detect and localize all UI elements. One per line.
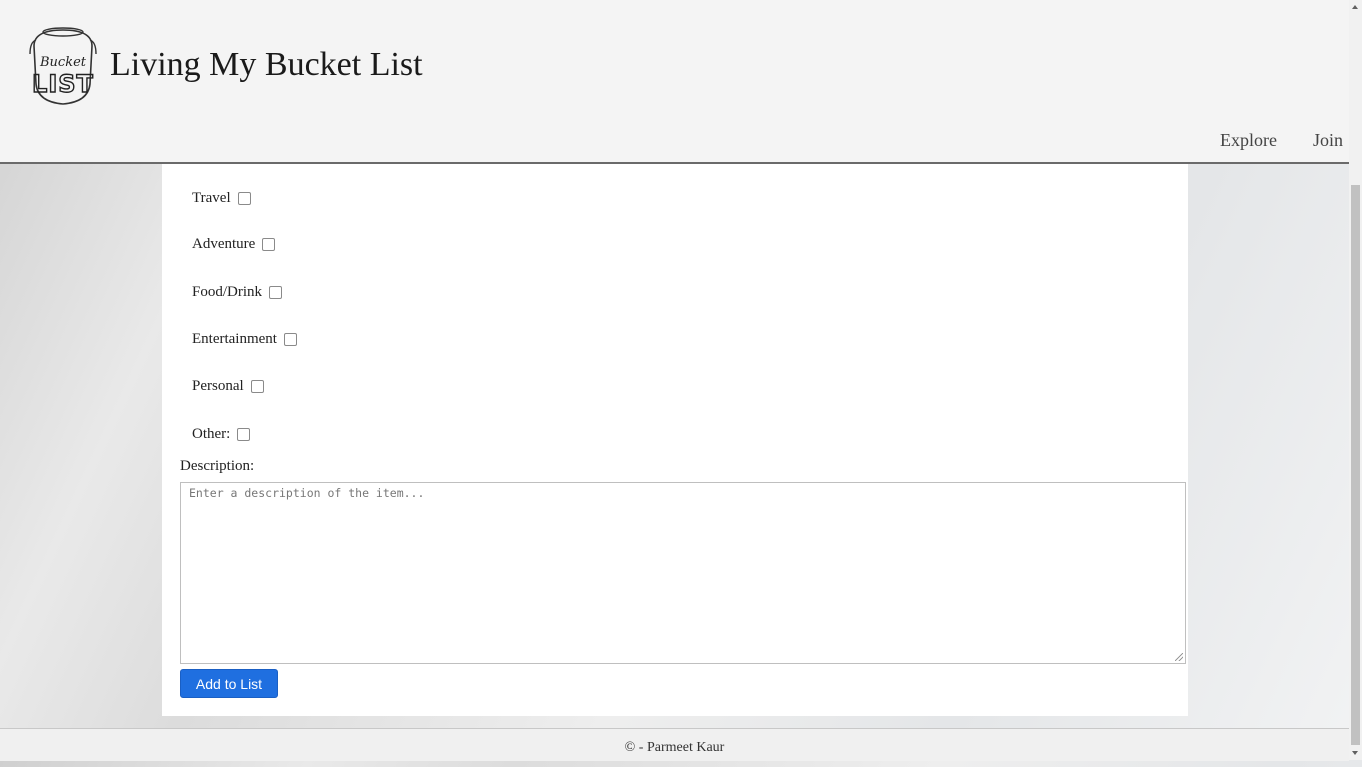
category-label: Adventure [192, 236, 256, 252]
category-travel-checkbox[interactable] [237, 192, 251, 205]
site-header: Bucket LIST Living My Bucket List Explor… [0, 0, 1349, 164]
scroll-down-arrow-icon[interactable] [1352, 751, 1358, 755]
svg-text:Bucket: Bucket [39, 55, 87, 70]
category-label: Personal [192, 378, 244, 394]
category-food-drink-checkbox[interactable] [269, 286, 283, 299]
category-travel: Travel [192, 190, 251, 207]
scroll-up-arrow-icon[interactable] [1352, 5, 1358, 9]
site-footer: © - Parmeet Kaur [0, 728, 1349, 761]
category-personal: Personal [192, 378, 264, 395]
category-label: Entertainment [192, 331, 277, 347]
category-personal-checkbox[interactable] [250, 380, 264, 393]
description-placeholder: Enter a description of the item... [189, 486, 425, 500]
category-label: Food/Drink [192, 284, 263, 300]
nav-link-explore[interactable]: Explore [1220, 130, 1277, 151]
scrollbar-thumb[interactable] [1351, 185, 1360, 745]
category-other-checkbox[interactable] [237, 428, 251, 441]
add-to-list-button[interactable]: Add to List [180, 669, 278, 698]
category-adventure-checkbox[interactable] [262, 238, 276, 251]
category-entertainment: Entertainment [192, 331, 297, 348]
site-title: Living My Bucket List [110, 46, 423, 83]
nav-link-join[interactable]: Join [1313, 130, 1343, 151]
category-label: Other: [192, 426, 231, 442]
resize-handle-icon[interactable] [1175, 653, 1183, 661]
description-label: Description: [180, 458, 255, 474]
svg-text:LIST: LIST [32, 70, 94, 98]
category-label: Travel [192, 190, 231, 206]
add-item-form: Travel Adventure Food/Drink Entertainmen… [162, 164, 1188, 716]
category-adventure: Adventure [192, 236, 276, 253]
category-entertainment-checkbox[interactable] [283, 333, 297, 346]
description-textarea[interactable]: Enter a description of the item... [180, 482, 1186, 664]
category-other: Other: [192, 426, 251, 443]
page-scrollbar[interactable] [1349, 0, 1362, 760]
footer-copyright: © - Parmeet Kaur [624, 740, 725, 755]
category-food-drink: Food/Drink [192, 284, 283, 301]
bucket-list-logo[interactable]: Bucket LIST [26, 24, 100, 108]
